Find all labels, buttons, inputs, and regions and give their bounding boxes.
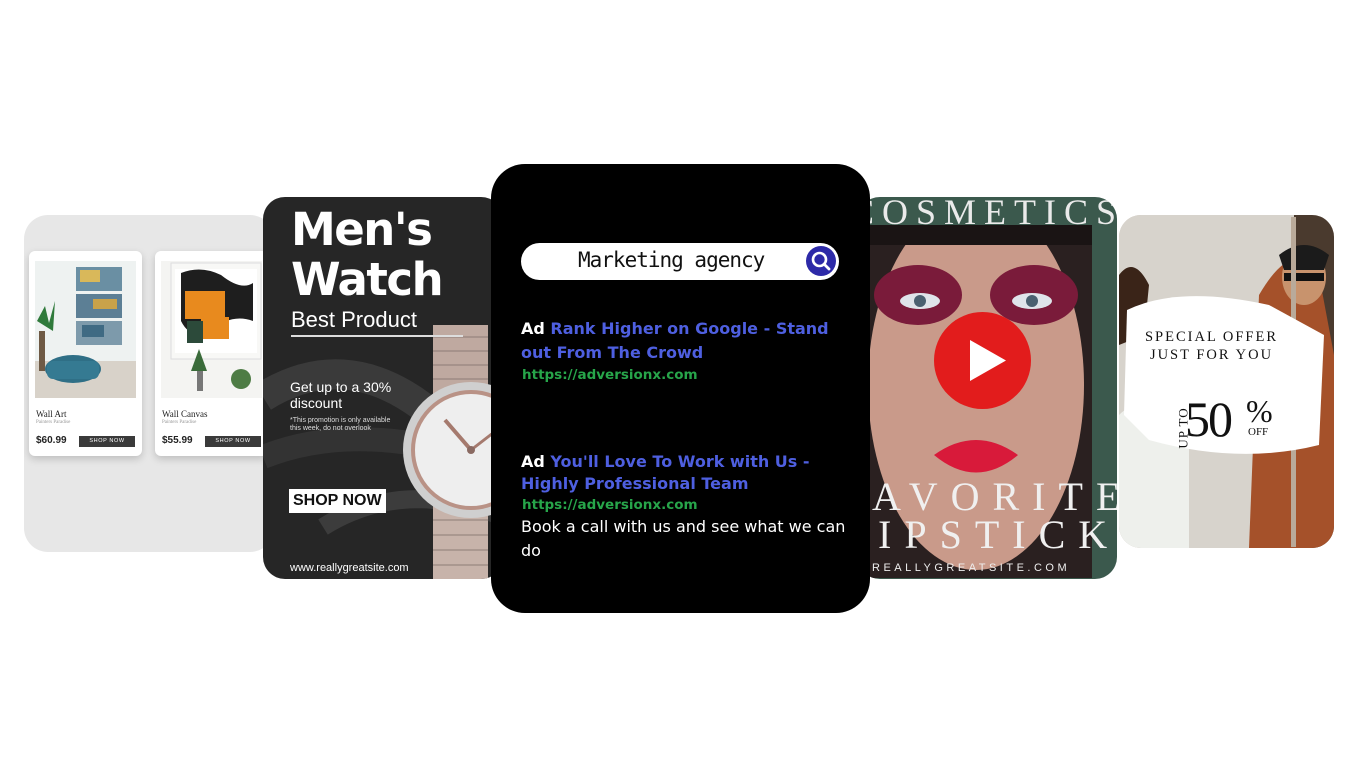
product-store: Painters Paradise <box>36 420 71 425</box>
shop-now-button[interactable]: SHOP NOW <box>79 436 135 447</box>
cosmetics-headline-line2: IPSTICKS <box>878 512 1117 557</box>
cosmetics-video-card[interactable]: COSMETICS AVORITE IPSTICKS REALLYGREATSI… <box>858 197 1117 579</box>
product-card-wall-canvas[interactable]: Wall Canvas Painters Paradise $55.99 SHO… <box>155 251 268 456</box>
offer-line1: SPECIAL OFFER <box>1144 329 1279 345</box>
special-offer-card[interactable]: SPECIAL OFFER JUST FOR YOU UP TO 50 % OF… <box>1119 215 1334 548</box>
ad-url[interactable]: https://adversionx.com <box>522 497 851 513</box>
watch-shop-now-button[interactable]: SHOP NOW <box>289 489 386 513</box>
watch-site-url[interactable]: www.reallygreatsite.com <box>290 562 409 574</box>
wall-art-image <box>35 261 136 398</box>
watch-title-line1: Men's <box>291 203 433 256</box>
search-ads-card: Marketing agency Ad Rank Higher on Googl… <box>491 164 870 613</box>
ad-description: Book a call with us and see what we can … <box>521 517 846 560</box>
watch-icon <box>403 325 503 579</box>
search-query[interactable]: Marketing agency <box>578 248 765 272</box>
offer-off: OFF <box>1248 426 1269 438</box>
offer-percent: % <box>1246 393 1273 429</box>
offer-amount: 50 <box>1185 391 1233 447</box>
wall-canvas-image <box>161 261 262 398</box>
product-name: Wall Art <box>36 409 67 419</box>
ad-title-link[interactable]: You'll Love To Work with Us - Highly Pro… <box>521 452 810 493</box>
search-button[interactable] <box>806 246 836 276</box>
play-icon[interactable] <box>934 312 1031 409</box>
product-store: Painters Paradise <box>162 420 197 425</box>
ad-title-link[interactable]: Rank Higher on Google - Stand out From T… <box>521 319 829 362</box>
product-card-wall-art[interactable]: Wall Art Painters Paradise $60.99 SHOP N… <box>29 251 142 456</box>
shop-now-button[interactable]: SHOP NOW <box>205 436 261 447</box>
watch-subtitle: Best Product <box>291 307 463 337</box>
cosmetics-brand: COSMETICS <box>858 197 1117 232</box>
ad-result-2[interactable]: Ad You'll Love To Work with Us - Highly … <box>521 451 851 563</box>
watch-fine-print: *This promotion is only available this w… <box>290 417 391 432</box>
search-bar[interactable]: Marketing agency <box>521 243 839 280</box>
search-icon <box>811 251 831 271</box>
cosmetics-site-url[interactable]: REALLYGREATSITE.COM <box>872 562 1070 574</box>
ad-label: Ad <box>521 452 545 471</box>
ad-result-1[interactable]: Ad Rank Higher on Google - Stand out Fro… <box>521 317 851 383</box>
ad-label: Ad <box>521 319 545 338</box>
offer-line2: JUST FOR YOU <box>1149 347 1274 363</box>
product-price: $60.99 <box>36 435 67 446</box>
product-price: $55.99 <box>162 435 193 446</box>
watch-title-line2: Watch <box>291 253 444 306</box>
wall-art-shop-card[interactable]: Wall Art Painters Paradise $60.99 SHOP N… <box>24 215 274 552</box>
product-name: Wall Canvas <box>162 409 208 419</box>
offer-photo <box>1119 215 1334 548</box>
watch-discount: Get up to a 30% discount <box>290 379 392 411</box>
mens-watch-ad-card[interactable]: Men's Watch Best Product Get up to a 30%… <box>263 197 503 579</box>
ad-url[interactable]: https://adversionx.com <box>522 367 851 383</box>
